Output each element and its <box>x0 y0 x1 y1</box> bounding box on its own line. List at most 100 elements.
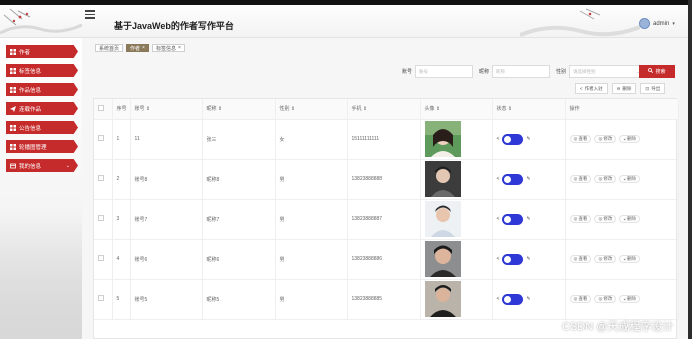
card-icon <box>10 163 16 169</box>
table-row[interactable]: 2 账号8 昵称8 男 13823888888 < ✎ ◎ 查看 ◎ 修改 × … <box>94 159 679 200</box>
checkbox[interactable] <box>98 255 104 261</box>
cell-index: 1 <box>112 119 131 160</box>
edit-button[interactable]: ◎ 修改 <box>594 175 617 183</box>
watermark: CSDN @天成程序设计 <box>562 321 674 333</box>
col-index[interactable]: 序号 <box>112 99 131 120</box>
share-icon: < <box>580 86 583 91</box>
eye-icon: ◎ <box>573 176 578 181</box>
nickname-label: 昵称 <box>479 69 490 75</box>
export-button[interactable]: ⊡ 导出 <box>640 83 666 94</box>
checkbox[interactable] <box>98 215 104 221</box>
delete-button[interactable]: ⊖ 删除 <box>611 83 637 94</box>
edit-button[interactable]: ◎ 修改 <box>594 255 617 263</box>
sidebar-item-notices[interactable]: 公告信息 <box>6 121 78 134</box>
view-button[interactable]: ◎ 查看 <box>569 255 592 263</box>
edit-icon[interactable]: ✎ <box>526 296 530 302</box>
search-button[interactable]: 搜索 <box>639 65 675 78</box>
delete-row-button[interactable]: × 删除 <box>619 255 641 263</box>
col-ops: 操作 <box>565 99 679 120</box>
edit-icon[interactable]: ✎ <box>526 256 530 262</box>
status-toggle[interactable] <box>502 133 524 145</box>
delete-row-button[interactable]: × 删除 <box>619 295 641 303</box>
sidebar-item-label: 标签信息 <box>19 68 42 75</box>
delete-row-button[interactable]: × 删除 <box>619 135 641 143</box>
row-checkbox-cell[interactable] <box>94 239 113 280</box>
table-row[interactable]: 1 11 张三 女 15111111111 < ✎ ◎ 查看 ◎ 修改 × 删除 <box>94 119 679 160</box>
col-avatar[interactable]: 头像 ⇕ <box>420 99 493 120</box>
cell-gender: 女 <box>275 119 348 160</box>
tab-tags[interactable]: 标签信息 × <box>151 44 185 52</box>
right-edge <box>688 0 692 339</box>
col-gender[interactable]: 性别 ⇕ <box>275 99 348 120</box>
toolbar-actions: < 作者入驻 ⊖ 删除 ⊡ 导出 <box>575 83 666 94</box>
header-label: 操作 <box>569 106 580 113</box>
checkbox[interactable] <box>98 175 104 181</box>
table-row[interactable]: 5 账号5 昵称5 男 13823888885 < ✎ ◎ 查看 ◎ 修改 × … <box>94 279 679 320</box>
header-label: 账号 <box>134 106 145 113</box>
status-toggle[interactable] <box>502 253 524 265</box>
select-all-cell[interactable] <box>94 99 113 120</box>
sidebar-item-my-info[interactable]: 我的信息 ⌄ <box>6 159 78 172</box>
row-checkbox-cell[interactable] <box>94 199 113 240</box>
sort-icon: ⇕ <box>435 106 441 113</box>
grid-icon <box>10 124 16 131</box>
user-menu[interactable]: admin ▾ <box>639 18 675 29</box>
sidebar-item-tags[interactable]: 标签信息 <box>6 64 78 77</box>
edit-icon[interactable]: ✎ <box>526 176 530 182</box>
sidebar-item-author[interactable]: 作者 <box>6 45 78 58</box>
nickname-input[interactable]: 昵称 <box>492 65 551 78</box>
gender-select[interactable]: 请选择性别 ⌄ <box>569 65 645 78</box>
sidebar-item-works[interactable]: 作品信息 <box>6 83 78 96</box>
col-phone[interactable]: 手机 ⇕ <box>347 99 421 120</box>
share-icon: < <box>496 176 500 182</box>
status-toggle[interactable] <box>502 173 524 185</box>
cell-gender: 男 <box>275 279 348 320</box>
delete-row-button[interactable]: × 删除 <box>619 215 641 223</box>
col-nickname[interactable]: 昵称 ⇕ <box>202 99 276 120</box>
cell-phone: 13823888886 <box>347 239 421 280</box>
cell-index: 5 <box>112 279 131 320</box>
header-label: 序号 <box>116 106 127 113</box>
checkbox[interactable] <box>98 135 104 141</box>
close-icon[interactable]: × <box>142 45 145 51</box>
cell-nickname: 张三 <box>202 119 276 160</box>
table-row[interactable]: 4 账号6 昵称6 男 13823888886 < ✎ ◎ 查看 ◎ 修改 × … <box>94 239 679 280</box>
edit-button[interactable]: ◎ 修改 <box>594 215 617 223</box>
status-toggle[interactable] <box>502 293 524 305</box>
tab-author[interactable]: 作者 × <box>126 44 149 52</box>
header-label: 性别 <box>279 106 290 113</box>
view-button[interactable]: ◎ 查看 <box>569 295 592 303</box>
table-row[interactable]: 3 账号7 昵称7 男 13823888887 < ✎ ◎ 查看 ◎ 修改 × … <box>94 199 679 240</box>
checkbox[interactable] <box>98 295 104 301</box>
edit-button[interactable]: ◎ 修改 <box>594 135 617 143</box>
tab-home[interactable]: 系统首页 <box>95 44 124 52</box>
status-toggle[interactable] <box>502 213 524 225</box>
gender-label: 性别 <box>556 69 567 75</box>
sidebar: 作者 标签信息 作品信息 连载作品 公告信息 轮播图管理 我的信息 ⌄ <box>0 38 82 339</box>
checkbox[interactable] <box>98 104 104 111</box>
share-icon: < <box>496 296 500 302</box>
sidebar-item-carousel[interactable]: 轮播图管理 <box>6 140 78 153</box>
sidebar-item-serials[interactable]: 连载作品 <box>6 102 78 115</box>
view-button[interactable]: ◎ 查看 <box>569 135 592 143</box>
close-icon: × <box>623 176 627 182</box>
row-checkbox-cell[interactable] <box>94 279 113 320</box>
edit-button[interactable]: ◎ 修改 <box>594 295 617 303</box>
eye-icon: ◎ <box>573 256 578 261</box>
cell-status: < ✎ <box>492 279 566 320</box>
view-label: 查看 <box>578 216 588 221</box>
col-account[interactable]: 账号 ⇕ <box>130 99 203 120</box>
edit-icon[interactable]: ✎ <box>526 136 530 142</box>
view-button[interactable]: ◎ 查看 <box>569 215 592 223</box>
row-checkbox-cell[interactable] <box>94 159 113 200</box>
view-button[interactable]: ◎ 查看 <box>569 175 592 183</box>
edit-icon[interactable]: ✎ <box>526 216 530 222</box>
account-input[interactable]: 账号 <box>415 65 474 78</box>
col-status[interactable]: 状态 ⇕ <box>492 99 566 120</box>
close-icon[interactable]: × <box>178 45 181 51</box>
add-author-button[interactable]: < 作者入驻 <box>575 83 608 94</box>
hamburger-icon[interactable] <box>85 10 95 19</box>
delete-label: 删除 <box>627 296 637 301</box>
row-checkbox-cell[interactable] <box>94 119 113 160</box>
delete-row-button[interactable]: × 删除 <box>619 175 641 183</box>
